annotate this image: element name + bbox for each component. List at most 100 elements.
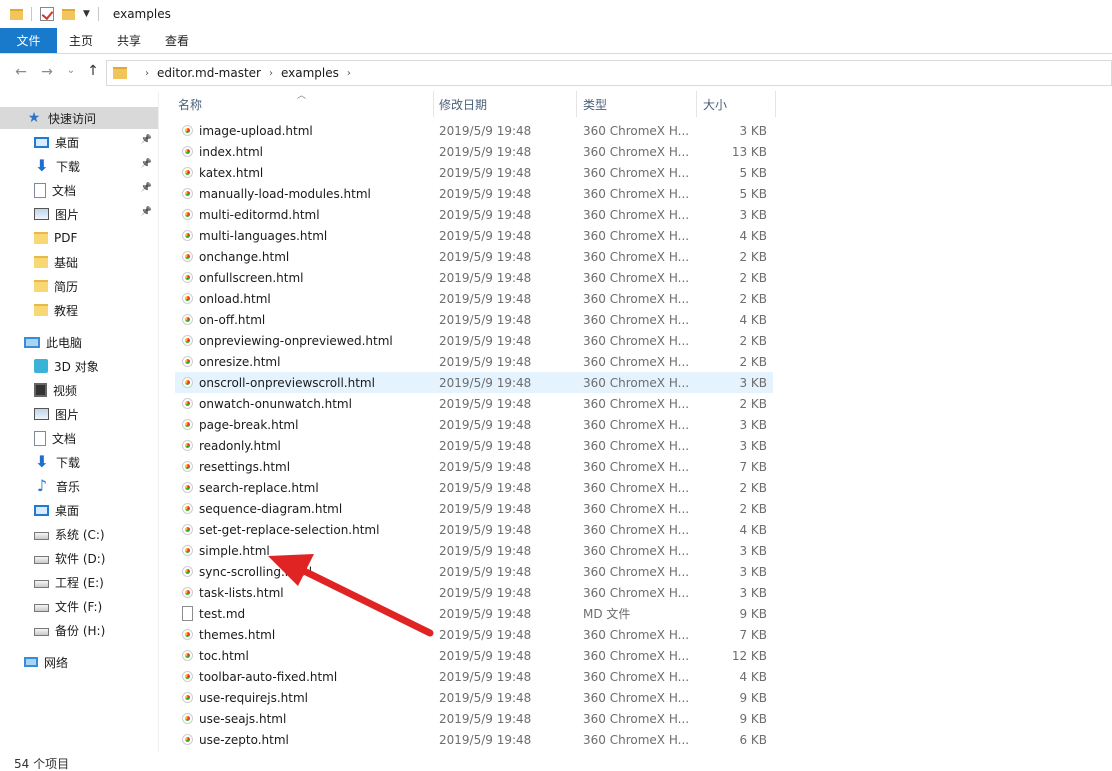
breadcrumb-chevron-icon[interactable]: › [347, 68, 351, 79]
column-header-type[interactable]: 类型 [583, 91, 695, 117]
html-file-icon [182, 545, 193, 556]
file-row[interactable]: task-lists.html 2019/5/9 19:48 360 ChromeX… [175, 582, 773, 603]
file-row[interactable]: test.md 2019/5/9 19:48 MD 文件 9 KB [175, 603, 773, 624]
pin-icon[interactable]: 📌 [141, 159, 152, 169]
breadcrumb-chevron-icon[interactable]: › [145, 68, 149, 79]
forward-arrow-icon[interactable]: → [36, 64, 58, 80]
sidebar-item-pc-11[interactable]: 备份 (H:) [0, 619, 158, 641]
file-row[interactable]: simple.html 2019/5/9 19:48 360 ChromeX H..… [175, 540, 773, 561]
file-row[interactable]: toolbar-auto-fixed.html 2019/5/9 19:48 360… [175, 666, 773, 687]
sidebar-item-this-pc[interactable]: 此电脑 [0, 331, 158, 353]
sidebar-item-quick-3[interactable]: 图片 📌 [0, 203, 158, 225]
file-row[interactable]: toc.html 2019/5/9 19:48 360 ChromeX H... 12… [175, 645, 773, 666]
sidebar-item-quick-4[interactable]: PDF [0, 227, 158, 249]
properties-check-icon[interactable] [40, 7, 54, 21]
file-name: use-zepto.html [199, 732, 289, 747]
tab-home[interactable]: 主页 [57, 28, 105, 53]
file-date: 2019/5/9 19:48 [439, 438, 532, 453]
pin-icon[interactable]: 📌 [141, 135, 152, 145]
sidebar-item-quick-1[interactable]: ⬇ 下载 📌 [0, 155, 158, 177]
file-row[interactable]: set-get-replace-selection.html 2019/5/9 1… [175, 519, 773, 540]
html-file-icon [182, 335, 193, 346]
file-row[interactable]: resettings.html 2019/5/9 19:48 360 ChromeX… [175, 456, 773, 477]
sidebar-item-quick-access[interactable]: ★ 快速访问 [0, 107, 158, 129]
up-arrow-icon[interactable]: ↑ [82, 63, 104, 79]
file-row[interactable]: onload.html 2019/5/9 19:48 360 ChromeX H..… [175, 288, 773, 309]
breadcrumb-examples[interactable]: examples [281, 66, 339, 80]
column-header-date[interactable]: 修改日期 [439, 91, 575, 117]
sidebar-item-pc-10[interactable]: 文件 (F:) [0, 595, 158, 617]
document-icon [34, 182, 46, 198]
tab-file[interactable]: 文件 [0, 28, 57, 53]
file-size: 2 KB [739, 396, 767, 411]
file-row[interactable]: onresize.html 2019/5/9 19:48 360 ChromeX H… [175, 351, 773, 372]
sidebar-item-label: 图片 [55, 207, 80, 222]
sidebar-item-pc-8[interactable]: 软件 (D:) [0, 547, 158, 569]
sidebar-item-pc-5[interactable]: ♪ 音乐 [0, 475, 158, 497]
file-row[interactable]: themes.html 2019/5/9 19:48 360 ChromeX H..… [175, 624, 773, 645]
new-folder-icon[interactable] [62, 8, 75, 20]
folder-icon[interactable] [10, 8, 23, 20]
drive-icon [34, 604, 49, 612]
breadcrumb-chevron-icon[interactable]: › [269, 68, 273, 79]
column-header-size[interactable]: 大小 [703, 91, 775, 117]
sidebar-item-quick-6[interactable]: 简历 [0, 275, 158, 297]
file-row[interactable]: on-off.html 2019/5/9 19:48 360 ChromeX H..… [175, 309, 773, 330]
sidebar-item-quick-0[interactable]: 桌面 📌 [0, 131, 158, 153]
column-resize-handle[interactable] [775, 91, 776, 117]
file-row[interactable]: manually-load-modules.html 2019/5/9 19:48… [175, 183, 773, 204]
file-row[interactable]: katex.html 2019/5/9 19:48 360 ChromeX H...… [175, 162, 773, 183]
file-name: index.html [199, 144, 263, 159]
customize-quick-access-chevron-icon[interactable]: ▼ [83, 9, 90, 19]
html-file-icon [182, 377, 193, 388]
file-row[interactable]: search-replace.html 2019/5/9 19:48 360 Chr… [175, 477, 773, 498]
sidebar-item-pc-6[interactable]: 桌面 [0, 499, 158, 521]
file-row[interactable]: use-seajs.html 2019/5/9 19:48 360 ChromeX … [175, 708, 773, 729]
file-row[interactable]: onpreviewing-onpreviewed.html 2019/5/9 19… [175, 330, 773, 351]
file-size: 9 KB [739, 690, 767, 705]
file-type: 360 ChromeX H... [583, 690, 690, 705]
file-row[interactable]: onfullscreen.html 2019/5/9 19:48 360 Chrom… [175, 267, 773, 288]
file-row[interactable]: multi-editormd.html 2019/5/9 19:48 360 Chr… [175, 204, 773, 225]
sidebar-item-quick-7[interactable]: 教程 [0, 299, 158, 321]
markdown-file-icon [182, 606, 193, 621]
back-arrow-icon[interactable]: ← [10, 64, 32, 80]
pin-icon[interactable]: 📌 [141, 207, 152, 217]
file-row[interactable]: index.html 2019/5/9 19:48 360 ChromeX H...… [175, 141, 773, 162]
file-row[interactable]: sync-scrolling.html 2019/5/9 19:48 360 Chr… [175, 561, 773, 582]
file-row[interactable]: multi-languages.html 2019/5/9 19:48 360 Ch… [175, 225, 773, 246]
file-row[interactable]: page-break.html 2019/5/9 19:48 360 ChromeX… [175, 414, 773, 435]
file-name: onwatch-onunwatch.html [199, 396, 352, 411]
column-resize-handle[interactable] [433, 91, 434, 117]
file-row[interactable]: use-zepto.html 2019/5/9 19:48 360 ChromeX … [175, 729, 773, 750]
file-row[interactable]: image-upload.html 2019/5/9 19:48 360 Chrom… [175, 120, 773, 141]
sidebar-item-network[interactable]: 网络 [0, 651, 158, 673]
pin-icon[interactable]: 📌 [141, 183, 152, 193]
file-size: 6 KB [739, 732, 767, 747]
sidebar-item-pc-7[interactable]: 系统 (C:) [0, 523, 158, 545]
sidebar-item-pc-4[interactable]: ⬇ 下载 [0, 451, 158, 473]
breadcrumb-editor-md-master[interactable]: editor.md-master [157, 66, 261, 80]
address-bar[interactable]: › editor.md-master › examples › [106, 60, 1112, 86]
tab-share[interactable]: 共享 [105, 28, 153, 53]
file-row[interactable]: use-requirejs.html 2019/5/9 19:48 360 Chro… [175, 687, 773, 708]
column-resize-handle[interactable] [576, 91, 577, 117]
sidebar-item-pc-0[interactable]: 3D 对象 [0, 355, 158, 377]
sidebar-item-quick-5[interactable]: 基础 [0, 251, 158, 273]
sidebar-item-pc-3[interactable]: 文档 [0, 427, 158, 449]
sidebar-item-quick-2[interactable]: 文档 📌 [0, 179, 158, 201]
tab-view[interactable]: 查看 [153, 28, 201, 53]
file-row[interactable]: onchange.html 2019/5/9 19:48 360 ChromeX H… [175, 246, 773, 267]
column-header-name[interactable]: 名称 [178, 91, 434, 117]
sidebar-item-pc-2[interactable]: 图片 [0, 403, 158, 425]
html-file-icon [182, 398, 193, 409]
file-row[interactable]: sequence-diagram.html 2019/5/9 19:48 360 C… [175, 498, 773, 519]
file-row[interactable]: readonly.html 2019/5/9 19:48 360 ChromeX H… [175, 435, 773, 456]
sidebar-item-pc-9[interactable]: 工程 (E:) [0, 571, 158, 593]
column-resize-handle[interactable] [696, 91, 697, 117]
sidebar-item-pc-1[interactable]: 视频 [0, 379, 158, 401]
recent-locations-chevron-icon[interactable]: ⌄ [60, 65, 82, 76]
file-row[interactable]: onwatch-onunwatch.html 2019/5/9 19:48 360 … [175, 393, 773, 414]
pane-divider[interactable] [158, 92, 159, 752]
file-row[interactable]: onscroll-onpreviewscroll.html 2019/5/9 19… [175, 372, 773, 393]
